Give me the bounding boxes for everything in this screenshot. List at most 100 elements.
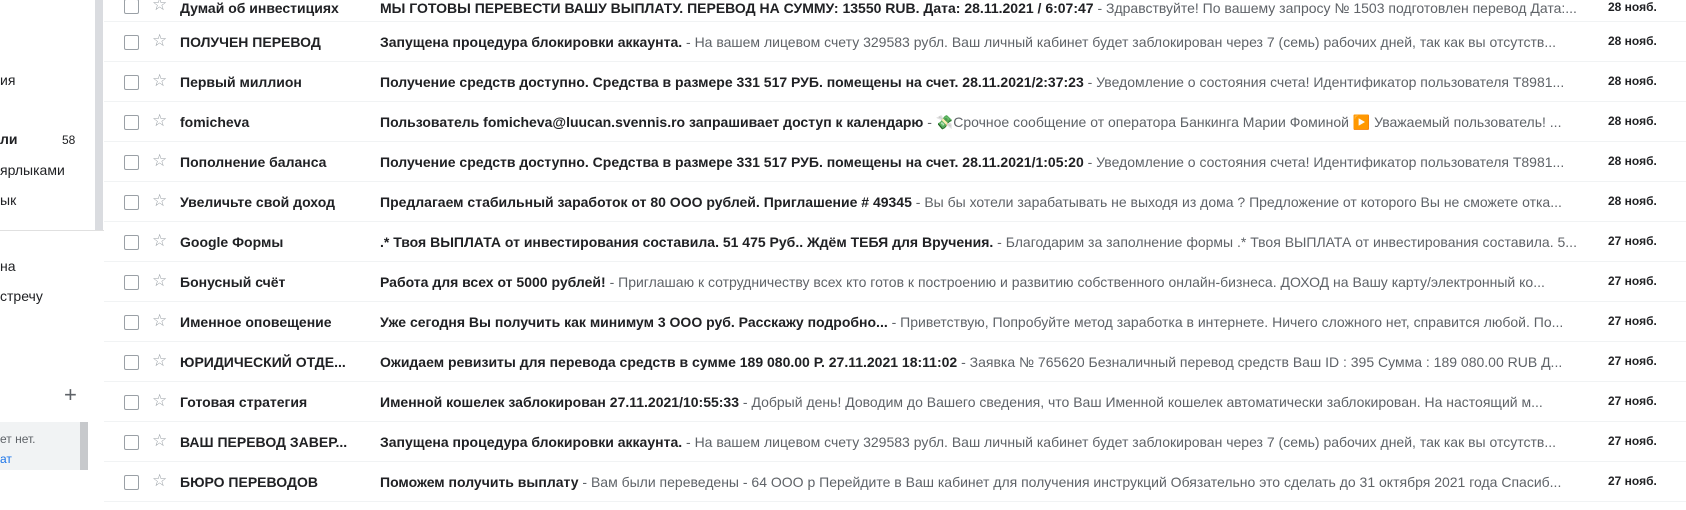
email-snippet: - Приглашаю к сотрудничеству всех кто го… xyxy=(605,274,1545,290)
notice-scrollbar[interactable] xyxy=(80,422,88,470)
email-content: Уже сегодня Вы получить как минимум 3 ОО… xyxy=(380,314,1590,330)
email-sender: ВАШ ПЕРЕВОД ЗАВЕР... xyxy=(180,434,348,450)
sidebar-item-label[interactable]: на xyxy=(0,258,16,274)
email-content: Ожидаем ревизиты для перевода средств в … xyxy=(380,354,1590,370)
email-content: Запущена процедура блокировки аккаунта. … xyxy=(380,434,1590,450)
star-icon[interactable]: ☆ xyxy=(152,152,167,169)
sidebar-scrollbar[interactable] xyxy=(95,0,103,230)
email-row[interactable]: ☆ Готовая стратегия Именной кошелек заблок… xyxy=(104,382,1686,422)
star-icon[interactable]: ☆ xyxy=(152,472,167,489)
star-icon[interactable]: ☆ xyxy=(152,32,167,49)
email-sender: БЮРО ПЕРЕВОДОВ xyxy=(180,474,318,490)
email-content: Именной кошелек заблокирован 27.11.2021/… xyxy=(380,394,1590,410)
add-label-icon[interactable]: + xyxy=(64,384,77,406)
notice-text: ет нет. xyxy=(0,432,36,446)
email-date: 28 нояб. xyxy=(1608,74,1657,88)
email-sender: ЮРИДИЧЕСКИЙ ОТДЕ... xyxy=(180,354,346,370)
email-content: Предлагаем стабильный заработок от 80 ОО… xyxy=(380,194,1590,210)
email-sender: Готовая стратегия xyxy=(180,394,308,410)
email-content: Пользователь fomicheva@luucan.svennis.ro… xyxy=(380,114,1590,131)
email-sender: Увеличьте свой доход xyxy=(180,194,335,210)
email-row[interactable]: ☆ Пополнение баланса Получение средств дос… xyxy=(104,142,1686,182)
email-date: 28 нояб. xyxy=(1608,154,1657,168)
message-list: ☆ Думай об инвестициях МЫ ГОТОВЫ ПЕРЕВЕСТИ… xyxy=(104,0,1686,502)
sidebar-item-label[interactable]: ык xyxy=(0,192,16,208)
select-checkbox[interactable] xyxy=(124,0,139,14)
email-date: 27 нояб. xyxy=(1608,234,1657,248)
select-checkbox[interactable] xyxy=(124,475,139,490)
email-date: 27 нояб. xyxy=(1608,354,1657,368)
email-subject: Уже сегодня Вы получить как минимум 3 ОО… xyxy=(380,314,888,330)
email-subject: Пользователь fomicheva@luucan.svennis.ro… xyxy=(380,114,924,130)
sidebar-item-count: 58 xyxy=(62,133,76,147)
email-date: 27 нояб. xyxy=(1608,434,1657,448)
email-date: 28 нояб. xyxy=(1608,194,1657,208)
sidebar: ия ли 58 ярлыками ык на стречу + ет нет.… xyxy=(0,0,104,510)
email-sender: Google Формы xyxy=(180,234,284,250)
email-snippet: - На вашем лицевом счету 329583 рубл. Ва… xyxy=(682,434,1557,450)
email-subject: Поможем получить выплату xyxy=(380,474,579,490)
email-sender: Думай об инвестициях xyxy=(180,0,339,16)
sidebar-item-label[interactable]: ли xyxy=(0,131,18,147)
select-checkbox[interactable] xyxy=(124,275,139,290)
email-row[interactable]: ☆ ВАШ ПЕРЕВОД ЗАВЕР... Запущена процедура … xyxy=(104,422,1686,462)
email-subject: МЫ ГОТОВЫ ПЕРЕВЕСТИ ВАШУ ВЫПЛАТУ. ПЕРЕВО… xyxy=(380,0,1094,16)
email-snippet: - Приветствую, Попробуйте метод заработк… xyxy=(887,314,1564,330)
select-checkbox[interactable] xyxy=(124,75,139,90)
email-snippet: - Благодарим за заполнение формы .* Твоя… xyxy=(993,234,1577,250)
email-date: 27 нояб. xyxy=(1608,394,1657,408)
star-icon[interactable]: ☆ xyxy=(152,232,167,249)
email-sender: ПОЛУЧЕН ПЕРЕВОД xyxy=(180,34,321,50)
email-content: Запущена процедура блокировки аккаунта. … xyxy=(380,34,1590,50)
sidebar-divider xyxy=(0,230,104,231)
email-row[interactable]: ☆ Google Формы .* Твоя ВЫПЛАТА от инвестир… xyxy=(104,222,1686,262)
star-icon[interactable]: ☆ xyxy=(152,192,167,209)
email-content: .* Твоя ВЫПЛАТА от инвестирования состав… xyxy=(380,234,1590,250)
email-subject: Предлагаем стабильный заработок от 80 ОО… xyxy=(380,194,912,210)
select-checkbox[interactable] xyxy=(124,395,139,410)
notice-link[interactable]: ат xyxy=(0,452,12,466)
email-row[interactable]: ☆ Бонусный счёт Работа для всех от 5000 ру… xyxy=(104,262,1686,302)
email-row[interactable]: ☆ fomicheva Пользователь fomicheva@luucan.… xyxy=(104,102,1686,142)
star-icon[interactable]: ☆ xyxy=(152,392,167,409)
star-icon[interactable]: ☆ xyxy=(152,272,167,289)
sidebar-item-label[interactable]: стречу xyxy=(0,288,43,304)
email-snippet: - Уведомление о состояния счета! Идентиф… xyxy=(1083,74,1565,90)
select-checkbox[interactable] xyxy=(124,435,139,450)
email-row[interactable]: ☆ БЮРО ПЕРЕВОДОВ Поможем получить выплату … xyxy=(104,462,1686,502)
select-checkbox[interactable] xyxy=(124,35,139,50)
select-checkbox[interactable] xyxy=(124,155,139,170)
email-date: 27 нояб. xyxy=(1608,474,1657,488)
email-subject: Получение средств доступно. Средства в р… xyxy=(380,154,1084,170)
email-snippet: - Вам были переведены - 64 ООО р Перейди… xyxy=(578,474,1562,490)
email-date: 28 нояб. xyxy=(1608,114,1657,128)
email-sender: fomicheva xyxy=(180,114,250,130)
email-content: Получение средств доступно. Средства в р… xyxy=(380,74,1590,90)
star-icon[interactable]: ☆ xyxy=(152,112,167,129)
select-checkbox[interactable] xyxy=(124,115,139,130)
email-sender: Бонусный счёт xyxy=(180,274,286,290)
email-row[interactable]: ☆ Именное оповещение Уже сегодня Вы получи… xyxy=(104,302,1686,342)
star-icon[interactable]: ☆ xyxy=(152,352,167,369)
star-icon[interactable]: ☆ xyxy=(152,72,167,89)
email-sender: Первый миллион xyxy=(180,74,302,90)
star-icon[interactable]: ☆ xyxy=(152,432,167,449)
email-row[interactable]: ☆ ЮРИДИЧЕСКИЙ ОТДЕ... Ожидаем ревизиты для… xyxy=(104,342,1686,382)
star-icon[interactable]: ☆ xyxy=(152,312,167,329)
sidebar-item-label[interactable]: ия xyxy=(0,72,15,88)
email-row[interactable]: ☆ Первый миллион Получение средств доступн… xyxy=(104,62,1686,102)
select-checkbox[interactable] xyxy=(124,315,139,330)
email-snippet: - Заявка № 765620 Безналичный перевод ср… xyxy=(957,354,1563,370)
email-row[interactable]: ☆ Думай об инвестициях МЫ ГОТОВЫ ПЕРЕВЕСТИ… xyxy=(104,0,1686,22)
select-checkbox[interactable] xyxy=(124,235,139,250)
email-date: 27 нояб. xyxy=(1608,274,1657,288)
sidebar-item-label[interactable]: ярлыками xyxy=(0,162,65,178)
email-subject: Работа для всех от 5000 рублей! xyxy=(380,274,606,290)
star-icon[interactable]: ☆ xyxy=(152,0,167,13)
select-checkbox[interactable] xyxy=(124,355,139,370)
email-subject: Запущена процедура блокировки аккаунта. xyxy=(380,34,683,50)
email-row[interactable]: ☆ Увеличьте свой доход Предлагаем стабильн… xyxy=(104,182,1686,222)
email-snippet: - Уведомление о состояния счета! Идентиф… xyxy=(1083,154,1565,170)
email-row[interactable]: ☆ ПОЛУЧЕН ПЕРЕВОД Запущена процедура блоки… xyxy=(104,22,1686,62)
select-checkbox[interactable] xyxy=(124,195,139,210)
